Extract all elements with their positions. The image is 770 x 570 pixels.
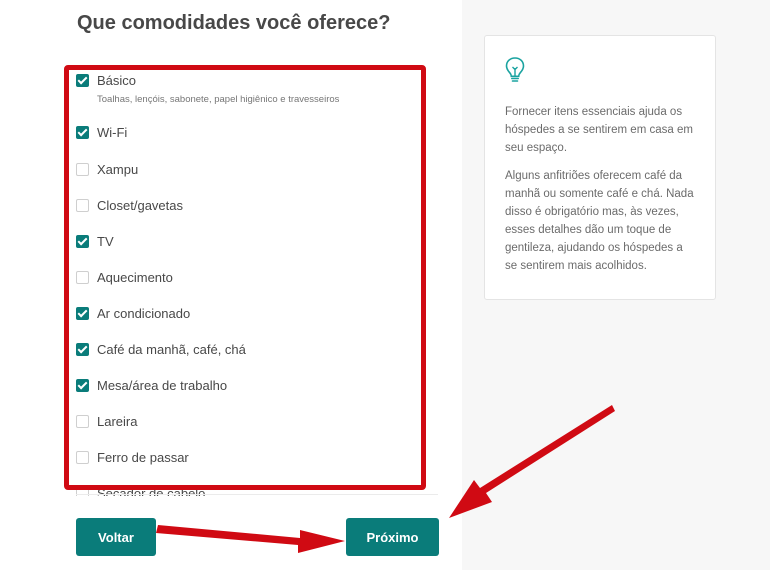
annotation-highlight-box xyxy=(64,65,426,490)
next-button[interactable]: Próximo xyxy=(346,518,439,556)
tip-paragraph-1: Fornecer itens essenciais ajuda os hóspe… xyxy=(505,106,693,154)
right-panel: Fornecer itens essenciais ajuda os hóspe… xyxy=(462,0,770,570)
tip-card: Fornecer itens essenciais ajuda os hóspe… xyxy=(484,35,716,300)
annotation-arrow-left xyxy=(156,525,345,553)
back-button[interactable]: Voltar xyxy=(76,518,156,556)
list-divider xyxy=(76,494,438,495)
tip-paragraph-2: Alguns anfitriões oferecem café da manhã… xyxy=(505,170,694,272)
page-title: Que comodidades você oferece? xyxy=(77,12,391,34)
lightbulb-icon xyxy=(505,57,525,82)
